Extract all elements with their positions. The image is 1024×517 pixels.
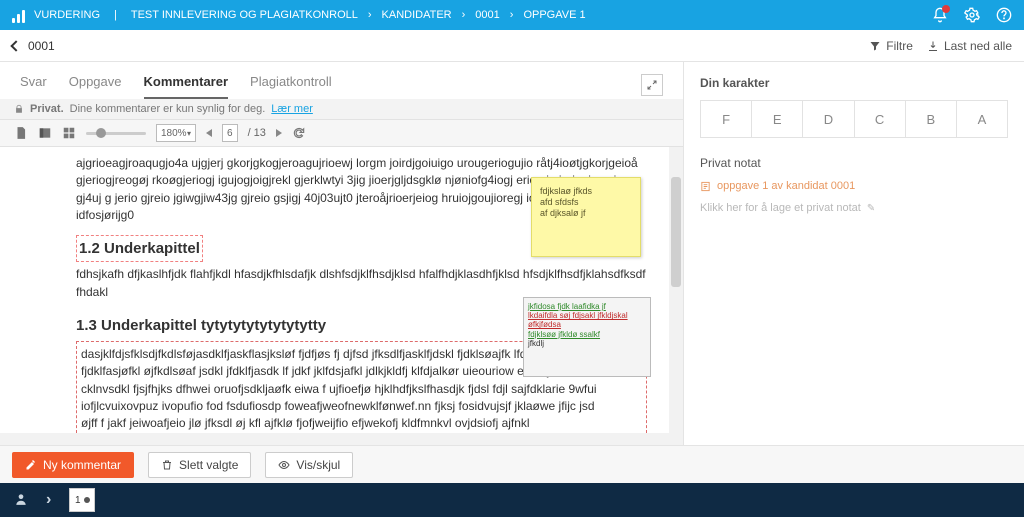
eye-icon (278, 459, 290, 471)
crumb-4[interactable]: OPPGAVE 1 (523, 9, 585, 21)
grade-D[interactable]: D (803, 101, 854, 137)
note-placeholder[interactable]: Klikk her for å lage et privat notat ✎ (700, 202, 1008, 214)
notice-text: Dine kommentarer er kun synlig for deg. (70, 103, 266, 115)
pencil-icon: ✎ (867, 203, 875, 214)
breadcrumb: VURDERING | TEST INNLEVERING OG PLAGIATK… (12, 7, 586, 23)
next-page-button[interactable] (276, 129, 282, 137)
tabs: Svar Oppgave Kommentarer Plagiatkontroll (0, 62, 683, 99)
notice-learn-more-link[interactable]: Lær mer (271, 103, 313, 115)
back-label[interactable]: 0001 (28, 39, 55, 53)
zoom-input[interactable]: 180%▾ (156, 124, 196, 142)
page-input[interactable]: 6 (222, 124, 238, 142)
comment-card[interactable]: jkfidosa fjdk laafidka jf lkdaifdla søj … (523, 297, 651, 377)
page-thumbnail[interactable]: 1 (69, 488, 95, 512)
note-context-link[interactable]: oppgave 1 av kandidat 0001 (700, 180, 1008, 192)
new-comment-button[interactable]: Ny kommentar (12, 452, 134, 478)
privacy-notice: Privat. Dine kommentarer er kun synlig f… (0, 99, 683, 119)
topbar: VURDERING | TEST INNLEVERING OG PLAGIATK… (0, 0, 1024, 30)
grade-A[interactable]: A (957, 101, 1007, 137)
download-icon (927, 40, 939, 52)
viewer-toolbar: 180%▾ 6 / 13 (0, 119, 683, 147)
side-panel-icon[interactable] (38, 126, 52, 140)
edit-icon (25, 459, 37, 471)
refresh-icon[interactable] (292, 126, 306, 140)
note-icon (700, 181, 711, 192)
crumb-2[interactable]: KANDIDATER (382, 9, 452, 21)
grade-selector: F E D C B A (700, 100, 1008, 138)
app-logo (12, 7, 28, 23)
trash-icon (161, 459, 173, 471)
sticky-note[interactable]: fdjkslaø jfkds afd sfdsfs af djksalø jf (531, 177, 641, 257)
page-icon[interactable] (14, 126, 28, 140)
back-icon[interactable] (10, 40, 21, 51)
comment-action-bar: Ny kommentar Slett valgte Vis/skjul (0, 445, 1024, 483)
crumb-3[interactable]: 0001 (475, 9, 499, 21)
settings-icon[interactable] (964, 7, 980, 23)
expand-button[interactable] (641, 74, 663, 96)
tab-kommentarer[interactable]: Kommentarer (144, 74, 229, 99)
lock-icon (14, 104, 24, 114)
notifications-icon[interactable] (932, 7, 948, 23)
crumb-1[interactable]: TEST INNLEVERING OG PLAGIATKONROLL (131, 9, 358, 21)
private-note-title: Privat notat (700, 156, 1008, 170)
filter-icon (869, 40, 881, 52)
document-viewer: ajgrioeagjroaqugjo4a ujgjerj gkorjgkogje… (0, 147, 683, 445)
download-all-button[interactable]: Last ned alle (927, 39, 1012, 53)
grade-C[interactable]: C (855, 101, 906, 137)
delete-selected-button[interactable]: Slett valgte (148, 452, 251, 478)
doc-paragraph: fdhsjkafh dfjkaslhfjdk flahfjkdl hfasdjk… (76, 266, 647, 301)
grade-E[interactable]: E (752, 101, 803, 137)
notice-prefix: Privat. (30, 103, 64, 115)
bottom-bar: › 1 (0, 483, 1024, 517)
tab-plagiatkontroll[interactable]: Plagiatkontroll (250, 74, 332, 99)
grid-icon[interactable] (62, 126, 76, 140)
heading-1-2: 1.2 Underkapittel (76, 235, 203, 263)
next-candidate-button[interactable]: › (46, 491, 51, 509)
tab-svar[interactable]: Svar (20, 74, 47, 99)
tab-oppgave[interactable]: Oppgave (69, 74, 122, 99)
notification-badge (942, 5, 950, 13)
sub-header: 0001 Filtre Last ned alle (0, 30, 1024, 62)
grade-F[interactable]: F (701, 101, 752, 137)
comment-indicator-dot (84, 497, 90, 503)
page-total: / 13 (248, 127, 266, 139)
grade-title: Din karakter (700, 76, 1008, 90)
grade-B[interactable]: B (906, 101, 957, 137)
user-icon[interactable] (14, 492, 28, 509)
horizontal-scrollbar[interactable] (0, 433, 669, 445)
side-panel: Din karakter F E D C B A Privat notat op… (684, 62, 1024, 445)
filter-button[interactable]: Filtre (869, 39, 913, 53)
toggle-visibility-button[interactable]: Vis/skjul (265, 452, 353, 478)
app-name: VURDERING (34, 9, 100, 21)
zoom-slider[interactable] (86, 132, 146, 135)
prev-page-button[interactable] (206, 129, 212, 137)
help-icon[interactable] (996, 7, 1012, 23)
vertical-scrollbar[interactable] (669, 147, 683, 445)
